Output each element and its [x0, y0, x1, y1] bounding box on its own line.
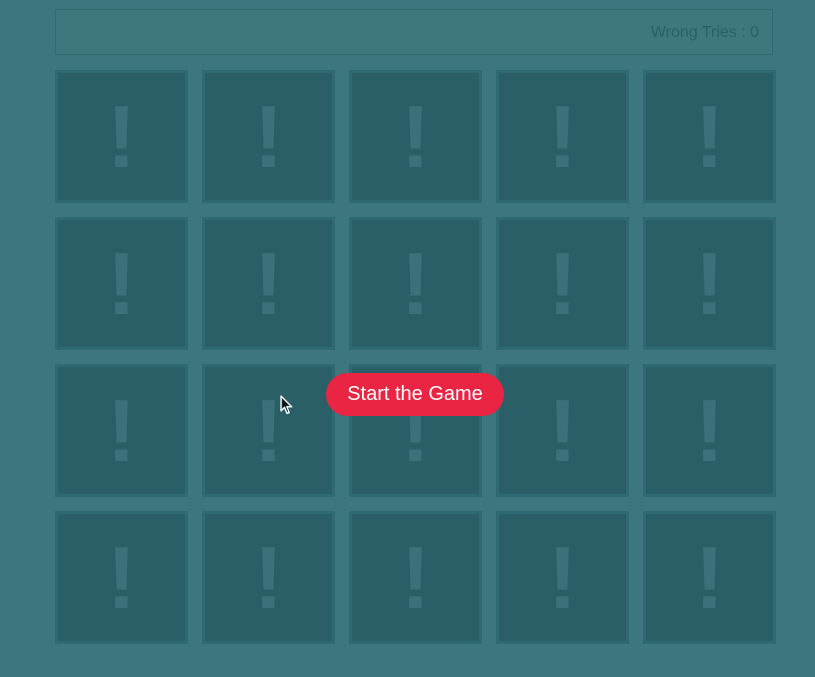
- card-symbol: !: [253, 527, 284, 627]
- memory-card[interactable]: !: [349, 217, 482, 350]
- card-symbol: !: [547, 527, 578, 627]
- memory-card[interactable]: !: [643, 511, 776, 644]
- info-bar: Wrong Tries : 0: [55, 9, 773, 55]
- memory-card[interactable]: !: [496, 364, 629, 497]
- memory-card[interactable]: !: [55, 511, 188, 644]
- card-symbol: !: [694, 233, 725, 333]
- game-board: Wrong Tries : 0 ! ! ! ! ! ! ! ! ! ! ! ! …: [0, 0, 815, 677]
- card-symbol: !: [694, 86, 725, 186]
- card-symbol: !: [547, 233, 578, 333]
- card-symbol: !: [253, 86, 284, 186]
- card-symbol: !: [400, 233, 431, 333]
- memory-card[interactable]: !: [496, 511, 629, 644]
- card-symbol: !: [400, 86, 431, 186]
- card-symbol: !: [106, 527, 137, 627]
- card-symbol: !: [253, 233, 284, 333]
- card-symbol: !: [106, 86, 137, 186]
- memory-card[interactable]: !: [55, 70, 188, 203]
- card-symbol: !: [547, 86, 578, 186]
- card-symbol: !: [694, 380, 725, 480]
- memory-card[interactable]: !: [643, 364, 776, 497]
- memory-card[interactable]: !: [202, 70, 335, 203]
- memory-card[interactable]: !: [643, 70, 776, 203]
- memory-card[interactable]: !: [349, 70, 482, 203]
- card-symbol: !: [106, 233, 137, 333]
- memory-card[interactable]: !: [55, 217, 188, 350]
- memory-card[interactable]: !: [202, 511, 335, 644]
- memory-card[interactable]: !: [496, 70, 629, 203]
- mouse-pointer-icon: [280, 395, 293, 415]
- card-symbol: !: [253, 380, 284, 480]
- memory-card[interactable]: !: [349, 511, 482, 644]
- card-symbol: !: [106, 380, 137, 480]
- memory-card[interactable]: !: [55, 364, 188, 497]
- memory-card[interactable]: !: [202, 217, 335, 350]
- card-symbol: !: [694, 527, 725, 627]
- wrong-tries-counter: Wrong Tries : 0: [650, 24, 759, 41]
- card-symbol: !: [547, 380, 578, 480]
- memory-card[interactable]: !: [496, 217, 629, 350]
- memory-card[interactable]: !: [202, 364, 335, 497]
- memory-card[interactable]: !: [643, 217, 776, 350]
- start-game-button[interactable]: Start the Game: [326, 373, 504, 416]
- card-symbol: !: [400, 527, 431, 627]
- card-grid: ! ! ! ! ! ! ! ! ! ! ! ! ! ! ! ! ! ! ! !: [55, 70, 776, 644]
